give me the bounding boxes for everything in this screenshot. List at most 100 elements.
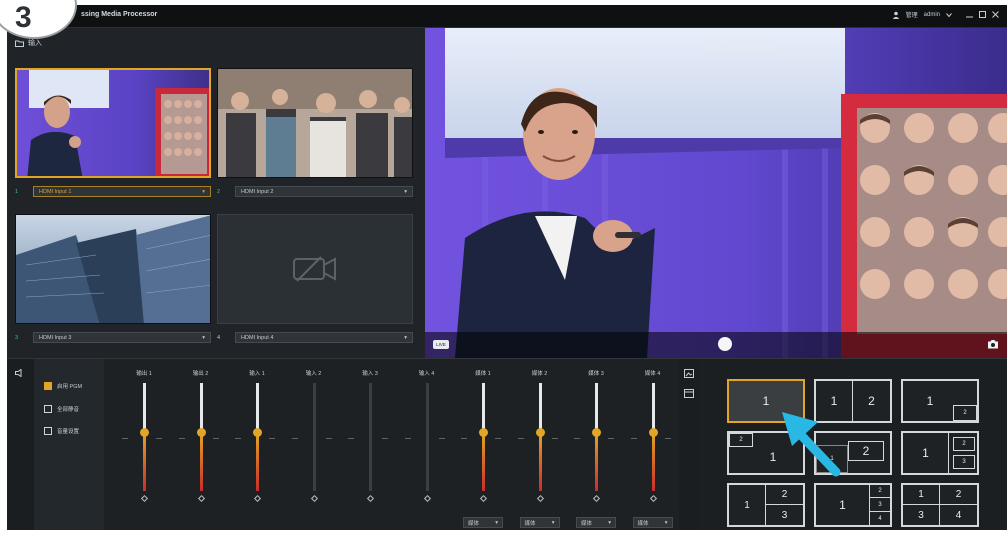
volume-slider-track[interactable] [482,383,485,491]
audio-channel: 输入 4 [399,359,455,530]
scale-tick [348,438,354,439]
layout-quad-cell-3: 3 [903,505,940,525]
source-select-row-1: 1 HDMI Input 1 ▾ [15,186,211,197]
channel-source-dropdown-value: 媒体 [524,520,536,527]
volume-slider-track[interactable] [256,383,259,491]
channel-source-dropdown[interactable]: 媒体 ▾ [463,517,503,528]
volume-slider-knob[interactable] [479,428,488,437]
volume-slider-track[interactable] [651,383,655,491]
checkbox-volume-settings[interactable] [44,427,52,435]
scale-tick [325,438,332,439]
layout-1p3-cell-3: 3 [870,498,890,512]
program-preview[interactable]: 00:00:00 LIVE [425,28,1007,358]
scale-tick [574,438,580,439]
scale-tick [382,438,388,439]
volume-slider-knob[interactable] [196,428,206,437]
pan-diamond-icon[interactable] [253,494,262,503]
source-dropdown-1-value: HDMI Input 1 [39,188,72,195]
option-mute-all[interactable]: 全部静音 [44,405,79,413]
volume-slider-knob[interactable] [253,428,262,437]
layout-1-plus-2[interactable]: 1 2 3 [727,483,805,527]
scale-tick [438,438,445,439]
camera-snapshot-icon[interactable] [987,339,999,349]
layout-1p2-cell-1: 1 [729,485,766,525]
channel-source-dropdown[interactable]: 媒体 ▾ [519,517,560,528]
source-thumbnail-3[interactable] [15,214,211,324]
title-bar: ssing Media Processor 管理 admin [7,5,1007,28]
pan-diamond-icon[interactable] [479,494,488,503]
volume-slider-track[interactable] [199,383,203,491]
source-dropdown-2[interactable]: HDMI Input 2 ▾ [235,186,413,197]
source-select-row-3: 3 HDMI Input 3 ▾ [15,332,211,343]
volume-slider-knob[interactable] [592,428,601,437]
source-thumbnail-2[interactable] [217,68,413,178]
layout-1p3-cell-4: 4 [878,515,882,522]
pan-diamond-icon[interactable] [140,494,149,503]
audio-channel-label: 媒体 3 [588,371,604,377]
source-dropdown-1[interactable]: HDMI Input 1 ▾ [33,186,211,197]
progress-slider-knob[interactable] [718,337,732,351]
user-label: admin [923,11,940,18]
source-number-4: 4 [217,334,221,341]
volume-slider-knob[interactable] [535,428,545,437]
layout-split-2-cell-2: 2 [868,394,875,408]
minimize-icon[interactable] [966,11,973,18]
user-area[interactable]: 管理 admin [892,10,999,19]
scale-tick [517,438,524,439]
layout-pip-bottom-right[interactable]: 1 2 [901,379,979,423]
checkbox-mute-all[interactable] [44,405,52,413]
source-dropdown-4[interactable]: HDMI Input 4 ▾ [235,332,413,343]
option-volume-settings[interactable]: 音量设置 [44,427,79,435]
pan-diamond-icon[interactable] [423,494,431,503]
audio-channel-label: 媒体 1 [475,371,491,377]
layout-quad[interactable]: 1 2 3 4 [901,483,979,527]
pan-diamond-icon[interactable] [310,494,318,503]
volume-slider-track[interactable] [143,383,146,491]
source-thumbnail-1[interactable] [15,68,211,178]
volume-slider-track[interactable] [312,383,316,491]
checkbox-enable-pgm[interactable] [44,382,52,390]
volume-slider-knob[interactable] [140,428,149,437]
scale-tick [495,438,501,439]
window-controls[interactable] [966,11,999,18]
option-enable-pgm[interactable]: 启用 PGM [44,382,82,390]
chevron-down-icon: ▾ [495,519,498,526]
sources-title: 输入 [28,40,42,47]
volume-slider-track[interactable] [538,383,542,491]
audio-channel-label: 输出 1 [136,371,152,377]
picture-icon[interactable] [684,369,694,378]
audio-channel: 媒体 1 媒体 ▾ [455,359,511,530]
live-badge[interactable]: LIVE [433,340,449,349]
source-dropdown-4-value: HDMI Input 4 [241,334,274,341]
layout-pip-br-cell-1: 1 [926,394,934,408]
pan-diamond-icon[interactable] [366,494,375,503]
speaker-image [17,70,209,176]
volume-level-fill [199,432,203,491]
pan-diamond-icon[interactable] [197,494,205,503]
audio-sidebar [7,359,34,530]
close-icon[interactable] [992,11,999,18]
volume-slider-track[interactable] [369,383,372,491]
source-select-row-4: 4 HDMI Input 4 ▾ [217,332,413,343]
volume-slider-track[interactable] [425,383,429,491]
source-number-2: 2 [217,188,221,195]
layout-1-plus-3[interactable]: 1 2 3 4 [814,483,892,527]
volume-slider-track[interactable] [595,383,598,491]
layout-main-plus-2[interactable]: 1 2 3 [901,431,979,475]
audio-channel: 媒体 2 媒体 ▾ [512,359,568,530]
pan-diamond-icon[interactable] [536,494,544,503]
audio-channel-label: 媒体 2 [531,371,548,377]
channel-source-dropdown[interactable]: 媒体 ▾ [632,517,673,528]
volume-slider-knob[interactable] [648,428,658,437]
maximize-icon[interactable] [979,11,986,18]
pan-diamond-icon[interactable] [649,494,657,503]
source-thumbnail-4[interactable] [217,214,413,324]
pan-diamond-icon[interactable] [592,494,601,503]
option-volume-settings-label: 音量设置 [57,429,80,435]
speaker-icon[interactable] [15,369,25,377]
source-dropdown-3[interactable]: HDMI Input 3 ▾ [33,332,211,343]
chevron-down-icon: ▾ [404,334,407,341]
scale-tick [178,438,185,439]
channel-source-dropdown[interactable]: 媒体 ▾ [576,517,616,528]
window-icon[interactable] [684,389,694,398]
